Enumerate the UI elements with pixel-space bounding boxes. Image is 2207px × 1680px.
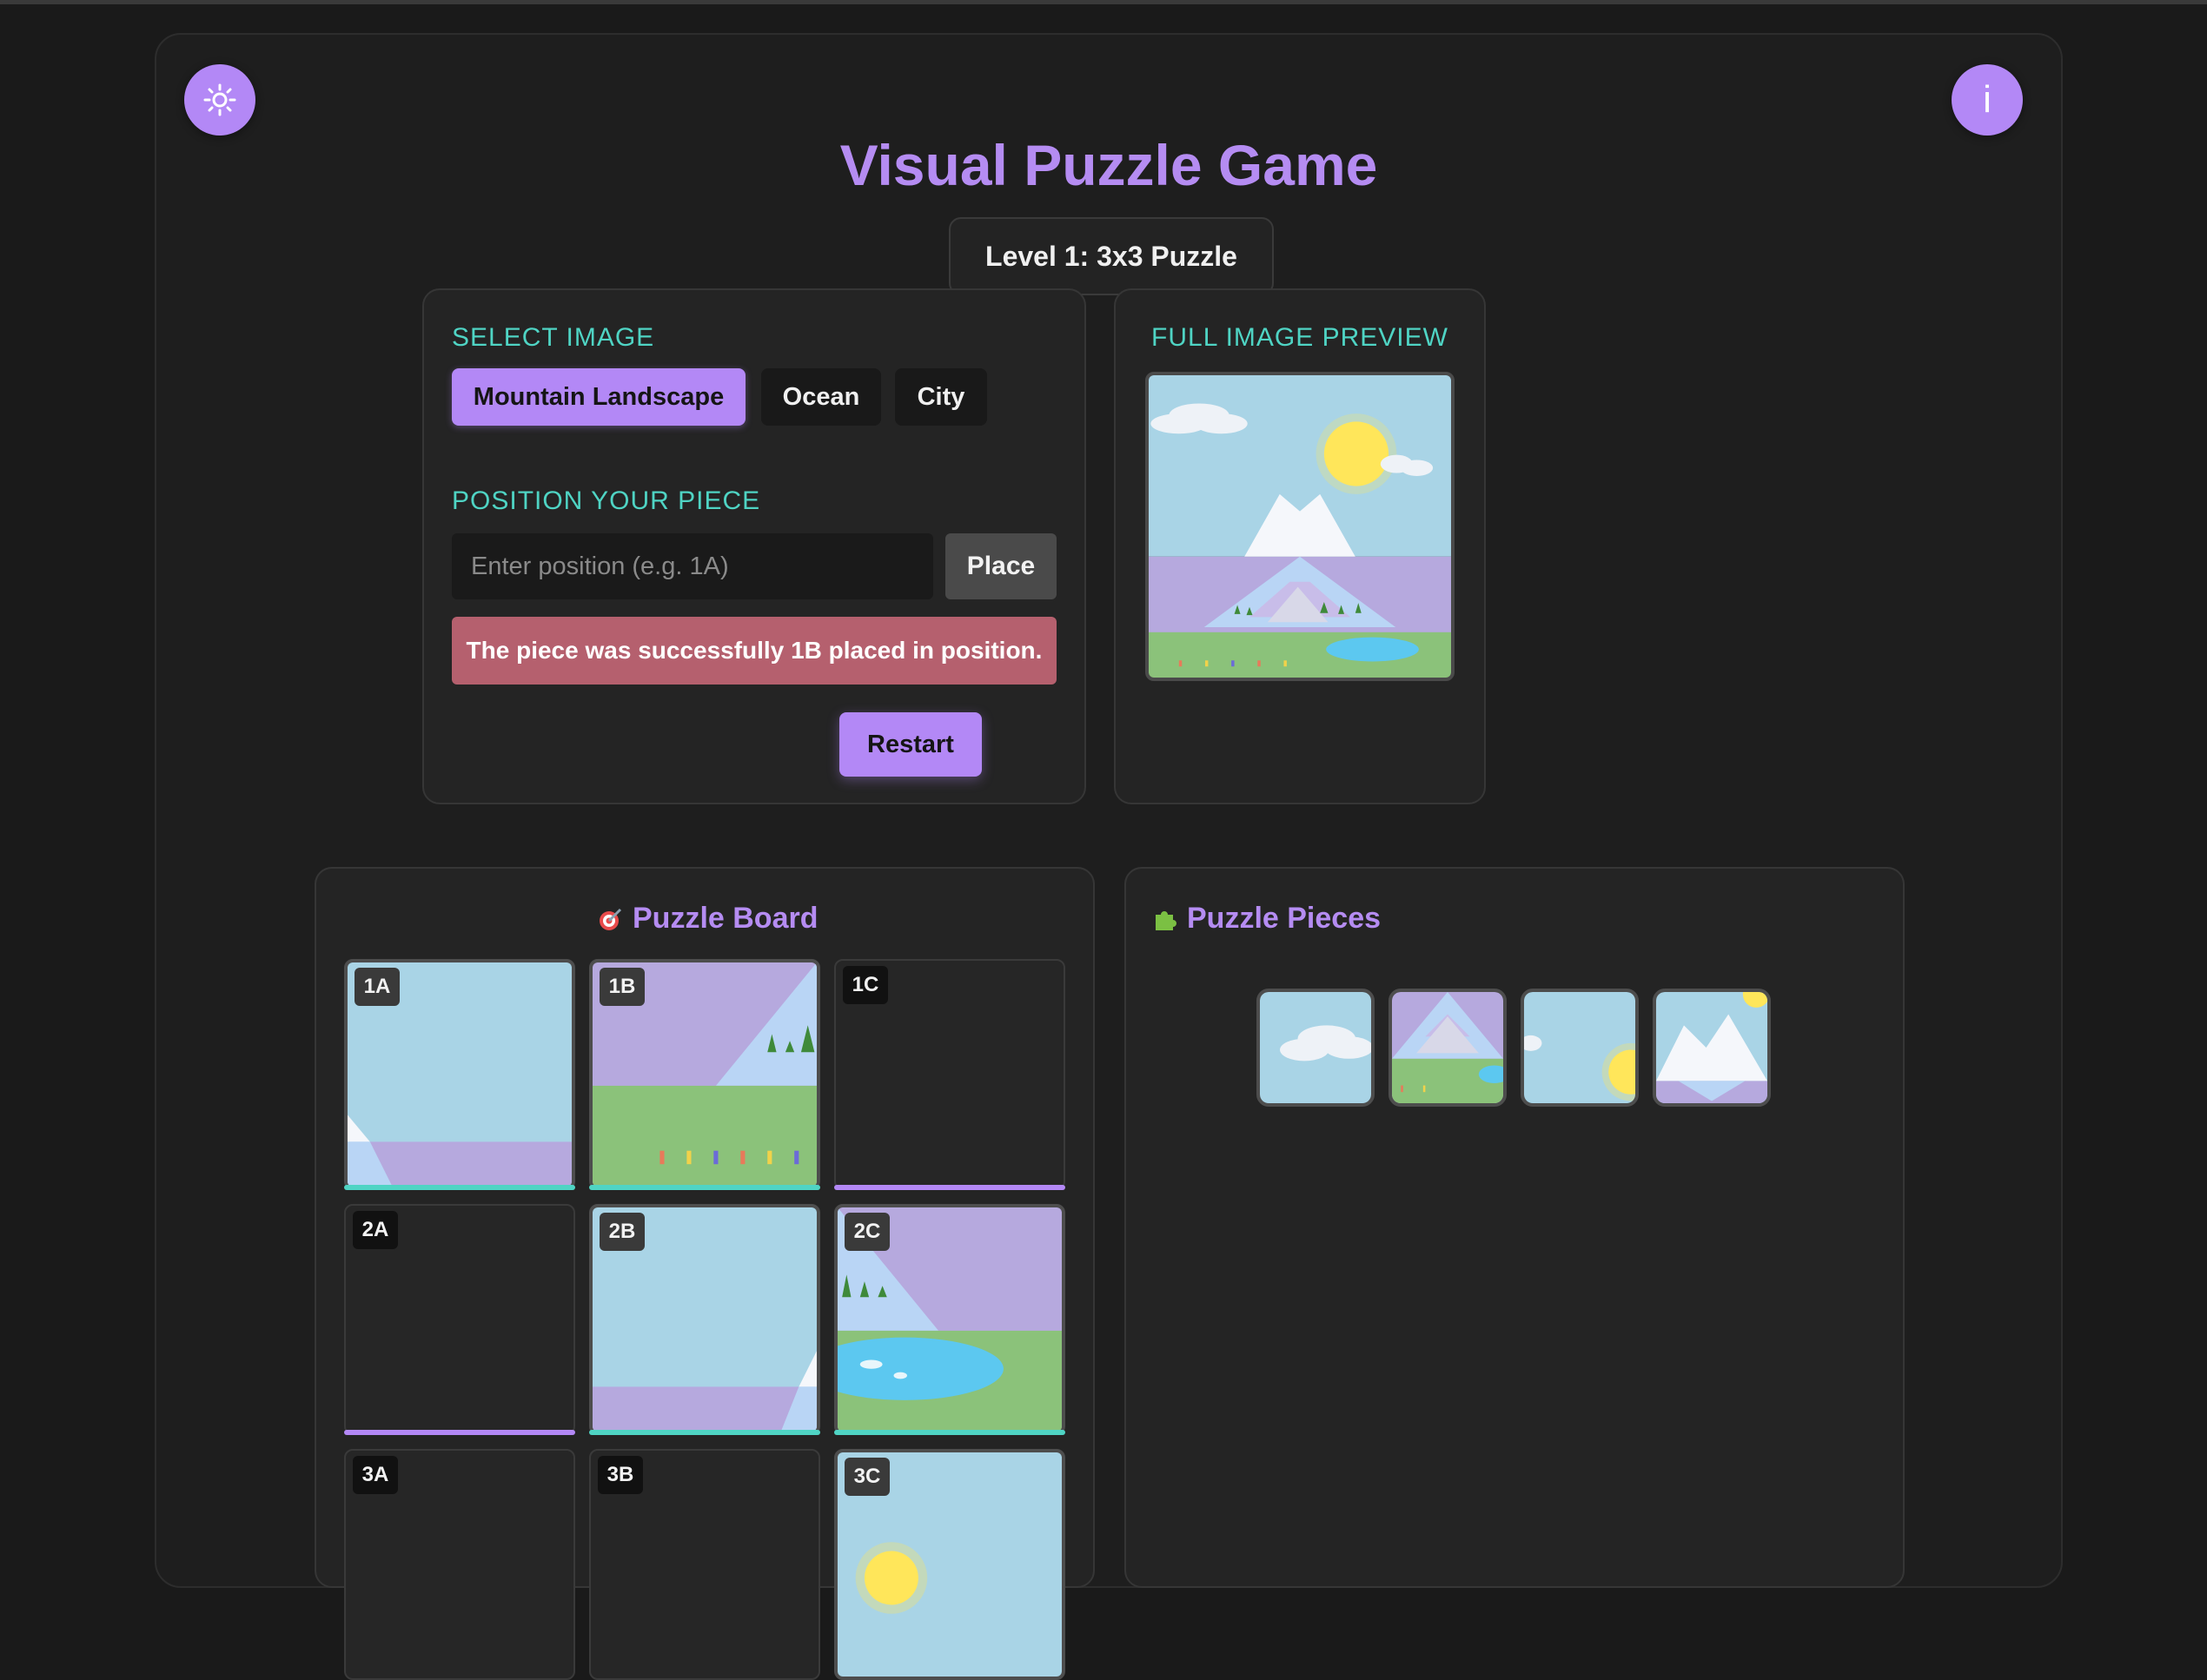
puzzle-piece[interactable] — [1653, 989, 1771, 1107]
cell-label: 2B — [600, 1213, 645, 1251]
info-icon: i — [1983, 78, 1992, 121]
status-message: The piece was successfully 1B placed in … — [452, 617, 1057, 685]
board-cell-1B[interactable]: 1B — [589, 959, 820, 1190]
window-top-border — [0, 0, 2207, 4]
cell-status-bar — [344, 1185, 575, 1190]
position-input[interactable] — [452, 533, 933, 599]
piece-image — [1392, 992, 1503, 1103]
board-cell-3B[interactable]: 3B — [589, 1449, 820, 1680]
cell-label: 1B — [600, 968, 645, 1006]
theme-toggle-button[interactable] — [184, 64, 255, 136]
cell-status-bar — [834, 1185, 1065, 1190]
controls-panel: SELECT IMAGE Mountain Landscape Ocean Ci… — [422, 288, 1086, 804]
place-button[interactable]: Place — [945, 533, 1057, 599]
image-option-mountain-landscape[interactable]: Mountain Landscape — [452, 368, 746, 426]
sun-icon — [203, 83, 236, 116]
puzzle-piece[interactable] — [1521, 989, 1639, 1107]
select-image-label: SELECT IMAGE — [452, 323, 655, 352]
board-cell-3C[interactable]: 3C — [834, 1449, 1065, 1680]
preview-label: FULL IMAGE PREVIEW — [1151, 323, 1448, 352]
cell-status-bar — [344, 1430, 575, 1435]
cell-label: 1A — [355, 968, 400, 1006]
board-cell-2B[interactable]: 2B — [589, 1204, 820, 1435]
cell-status-bar — [589, 1430, 820, 1435]
piece-image — [1260, 992, 1371, 1103]
puzzle-board-title: Puzzle Board — [598, 902, 818, 936]
cell-label: 1C — [843, 966, 888, 1004]
image-option-ocean[interactable]: Ocean — [761, 368, 881, 426]
board-cell-2A[interactable]: 2A — [344, 1204, 575, 1435]
piece-image — [1656, 992, 1767, 1103]
board-cell-3A[interactable]: 3A — [344, 1449, 575, 1680]
board-cell-1A[interactable]: 1A — [344, 959, 575, 1190]
restart-button[interactable]: Restart — [839, 712, 982, 777]
puzzle-pieces-title: Puzzle Pieces — [1152, 902, 1381, 936]
mountain-landscape-image — [1149, 375, 1451, 678]
puzzle-piece-icon — [1156, 910, 1176, 930]
piece-image — [1524, 992, 1635, 1103]
cell-status-bar — [589, 1185, 820, 1190]
cell-label: 2A — [353, 1211, 398, 1249]
image-option-city[interactable]: City — [895, 368, 987, 426]
level-badge: Level 1: 3x3 Puzzle — [949, 217, 1274, 295]
cell-label: 3B — [598, 1456, 643, 1494]
puzzle-piece[interactable] — [1388, 989, 1507, 1107]
cell-label: 3A — [353, 1456, 398, 1494]
board-cell-1C[interactable]: 1C — [834, 959, 1065, 1190]
position-label: POSITION YOUR PIECE — [452, 486, 761, 515]
full-image-preview — [1145, 372, 1455, 681]
page-title: Visual Puzzle Game — [839, 133, 1378, 197]
preview-panel: FULL IMAGE PREVIEW — [1114, 288, 1486, 804]
cell-label: 2C — [845, 1213, 890, 1251]
puzzle-piece[interactable] — [1256, 989, 1375, 1107]
cell-status-bar — [834, 1430, 1065, 1435]
info-button[interactable]: i — [1952, 64, 2023, 136]
target-icon — [600, 908, 622, 930]
puzzle-pieces-panel — [1124, 867, 1905, 1588]
cell-label: 3C — [845, 1458, 890, 1496]
board-cell-2C[interactable]: 2C — [834, 1204, 1065, 1435]
